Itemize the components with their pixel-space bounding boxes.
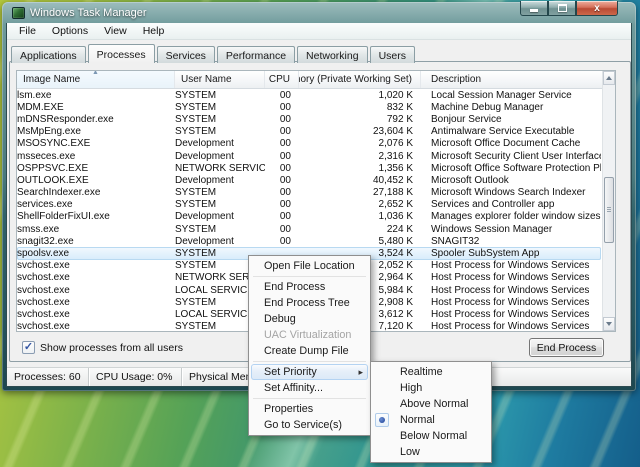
process-row-outlook-exe[interactable]: OUTLOOK.EXEDevelopment0040,452 KMicrosof…: [17, 174, 601, 186]
context-menu-item-open-file-location[interactable]: Open File Location: [250, 258, 369, 274]
set-priority-submenu: RealtimeHighAbove NormalNormalBelow Norm…: [370, 361, 492, 463]
vertical-scrollbar[interactable]: [602, 71, 615, 331]
column-header-memory-private-working-set[interactable]: Memory (Private Working Set): [299, 71, 421, 88]
column-header-cpu[interactable]: CPU: [265, 71, 299, 88]
menu-bar: FileOptionsViewHelp: [7, 23, 631, 40]
context-menu-item-set-affinity[interactable]: Set Affinity...: [250, 380, 369, 396]
minimize-button[interactable]: [520, 1, 548, 16]
checkbox-label: Show processes from all users: [40, 342, 183, 354]
status-pane-cpu-usage-0: CPU Usage: 0%: [89, 368, 182, 386]
scroll-up-icon: [606, 76, 612, 80]
menu-separator: [253, 276, 366, 277]
menubar-item-view[interactable]: View: [96, 24, 135, 38]
context-menu-item-debug[interactable]: Debug: [250, 311, 369, 327]
menu-separator: [253, 398, 366, 399]
menu-separator: [253, 361, 366, 362]
end-process-button[interactable]: End Process: [529, 338, 604, 357]
priority-option-low[interactable]: Low: [372, 444, 490, 460]
list-header: ▲Image NameUser NameCPUMemory (Private W…: [17, 71, 615, 89]
priority-option-high[interactable]: High: [372, 380, 490, 396]
process-row-msosync-exe[interactable]: MSOSYNC.EXEDevelopment002,076 KMicrosoft…: [17, 138, 601, 150]
check-icon: ✓: [24, 342, 33, 353]
process-row-osppsvc-exe[interactable]: OSPPSVC.EXENETWORK SERVICE001,356 KMicro…: [17, 162, 601, 174]
submenu-arrow-icon: ▸: [358, 367, 363, 378]
task-manager-icon: [12, 7, 25, 19]
minimize-icon: [530, 9, 538, 12]
process-row-msseces-exe[interactable]: msseces.exeDevelopment002,316 KMicrosoft…: [17, 150, 601, 162]
close-button[interactable]: x: [576, 1, 618, 16]
process-row-lsm-exe[interactable]: lsm.exeSYSTEM001,020 KLocal Session Mana…: [17, 89, 601, 101]
process-row-msmpeng-exe[interactable]: MsMpEng.exeSYSTEM0023,604 KAntimalware S…: [17, 126, 601, 138]
context-menu-item-go-to-service-s[interactable]: Go to Service(s): [250, 417, 369, 433]
checkbox-box[interactable]: ✓: [22, 341, 35, 354]
context-menu-item-create-dump-file[interactable]: Create Dump File: [250, 343, 369, 359]
selected-radio-icon: [375, 413, 389, 427]
menubar-item-file[interactable]: File: [11, 24, 44, 38]
window-title: Windows Task Manager: [30, 7, 147, 19]
process-row-shellfolderfixui-exe[interactable]: ShellFolderFixUI.exeDevelopment001,036 K…: [17, 211, 601, 223]
scroll-up-button[interactable]: [603, 71, 615, 85]
menubar-item-options[interactable]: Options: [44, 24, 96, 38]
desktop-background: Windows Task Manager x FileOptionsViewHe…: [0, 0, 640, 467]
priority-option-below-normal[interactable]: Below Normal: [372, 428, 490, 444]
context-menu-item-uac-virtualization: UAC Virtualization: [250, 327, 369, 343]
scroll-down-icon: [606, 322, 612, 326]
priority-option-realtime[interactable]: Realtime: [372, 364, 490, 380]
column-header-description[interactable]: Description: [421, 71, 615, 88]
maximize-button[interactable]: [548, 1, 576, 16]
tab-strip: ApplicationsProcessesServicesPerformance…: [11, 44, 417, 63]
menubar-item-help[interactable]: Help: [135, 24, 173, 38]
sort-ascending-icon: ▲: [92, 71, 99, 77]
process-row-services-exe[interactable]: services.exeSYSTEM002,652 KServices and …: [17, 199, 601, 211]
tab-processes[interactable]: Processes: [88, 44, 155, 63]
process-row-snagit32-exe[interactable]: snagit32.exeDevelopment005,480 KSNAGIT32: [17, 235, 601, 247]
tab-networking[interactable]: Networking: [297, 46, 368, 63]
maximize-icon: [558, 4, 567, 12]
process-row-smss-exe[interactable]: smss.exeSYSTEM00224 KWindows Session Man…: [17, 223, 601, 235]
scrollbar-thumb[interactable]: [604, 177, 614, 243]
tab-performance[interactable]: Performance: [217, 46, 295, 63]
show-all-users-checkbox[interactable]: ✓ Show processes from all users: [22, 341, 183, 354]
process-row-mdm-exe[interactable]: MDM.EXESYSTEM00832 KMachine Debug Manage…: [17, 101, 601, 113]
title-bar[interactable]: Windows Task Manager x: [6, 2, 632, 23]
tab-services[interactable]: Services: [157, 46, 215, 63]
context-menu-item-properties[interactable]: Properties: [250, 401, 369, 417]
status-pane-processes-60: Processes: 60: [7, 368, 89, 386]
context-menu-item-end-process-tree[interactable]: End Process Tree: [250, 295, 369, 311]
context-menu-item-set-priority[interactable]: Set Priority▸: [251, 364, 368, 380]
process-row-searchindexer-exe[interactable]: SearchIndexer.exeSYSTEM0027,188 KMicroso…: [17, 187, 601, 199]
close-icon: x: [594, 3, 600, 14]
priority-option-normal[interactable]: Normal: [372, 412, 490, 428]
process-context-menu: Open File Location End ProcessEnd Process…: [248, 255, 371, 436]
scroll-down-button[interactable]: [603, 317, 615, 331]
priority-option-above-normal[interactable]: Above Normal: [372, 396, 490, 412]
window-controls: x: [520, 1, 618, 16]
tab-users[interactable]: Users: [370, 46, 415, 63]
column-header-user-name[interactable]: User Name: [175, 71, 265, 88]
context-menu-item-end-process[interactable]: End Process: [250, 279, 369, 295]
process-row-mdnsresponder-exe[interactable]: mDNSResponder.exeSYSTEM00792 KBonjour Se…: [17, 113, 601, 125]
column-header-image-name[interactable]: ▲Image Name: [17, 71, 175, 88]
tab-applications[interactable]: Applications: [11, 46, 86, 63]
